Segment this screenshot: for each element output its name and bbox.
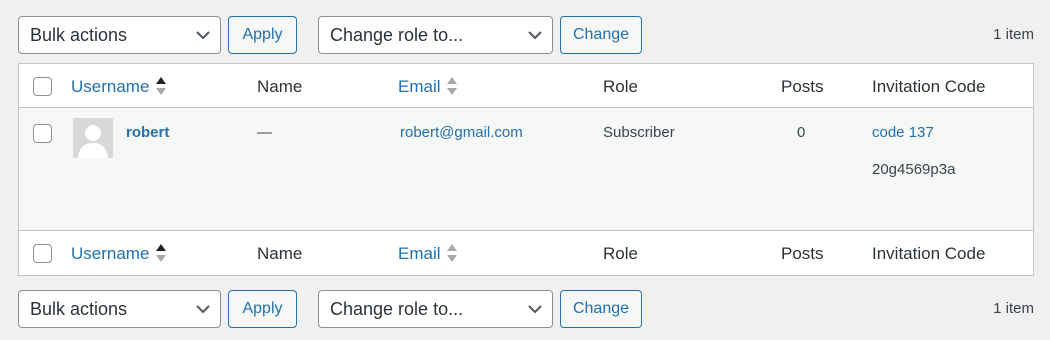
apply-button-bottom[interactable]: Apply [228, 290, 297, 328]
change-role-label: Change role to... [330, 299, 464, 319]
table-header: Username Name Email Role Posts Invitatio… [19, 64, 1033, 108]
column-username-footer[interactable]: Username [71, 244, 149, 264]
table-row: robert — robert@gmail.com Subscriber 0 c… [19, 108, 1033, 230]
change-role-select[interactable]: Change role to... [318, 16, 553, 54]
column-invitation-code: Invitation Code [872, 77, 986, 96]
sort-asc-icon[interactable] [155, 243, 167, 263]
role-value: Subscriber [603, 124, 675, 141]
tablenav-top: Bulk actions Apply Change role to... Cha… [18, 16, 1034, 54]
sort-icon[interactable] [446, 76, 458, 96]
chevron-down-icon [528, 305, 542, 314]
column-role: Role [603, 77, 638, 96]
table-footer: Username Name Email Role Posts Invitatio… [19, 230, 1033, 275]
column-posts: Posts [781, 77, 824, 96]
change-button[interactable]: Change [560, 16, 642, 54]
tablenav-bottom: Bulk actions Apply Change role to... Cha… [18, 290, 1034, 328]
users-table: Username Name Email Role Posts Invitatio… [18, 63, 1034, 276]
sort-asc-icon[interactable] [155, 76, 167, 96]
change-role-select-bottom[interactable]: Change role to... [318, 290, 553, 328]
select-all-checkbox-footer[interactable] [33, 244, 52, 263]
items-count-bottom: 1 item [993, 300, 1034, 317]
chevron-down-icon [528, 31, 542, 40]
invitation-code-link[interactable]: code 137 [872, 124, 934, 141]
user-avatar-icon [78, 125, 108, 158]
email-link[interactable]: robert@gmail.com [400, 124, 523, 141]
column-email-footer[interactable]: Email [398, 244, 441, 264]
bulk-actions-select-bottom[interactable]: Bulk actions [18, 290, 221, 328]
avatar [73, 118, 113, 158]
column-username[interactable]: Username [71, 77, 149, 97]
chevron-down-icon [196, 305, 210, 314]
column-invitation-code-footer: Invitation Code [872, 244, 986, 263]
posts-value: 0 [797, 124, 806, 141]
select-all-checkbox[interactable] [33, 77, 52, 96]
sort-icon[interactable] [446, 243, 458, 263]
items-count: 1 item [993, 26, 1034, 43]
column-name-footer: Name [257, 244, 303, 263]
row-checkbox[interactable] [33, 124, 52, 143]
bulk-actions-select[interactable]: Bulk actions [18, 16, 221, 54]
change-button-bottom[interactable]: Change [560, 290, 642, 328]
column-posts-footer: Posts [781, 244, 824, 263]
invitation-code-value: 20g4569p3a [872, 161, 956, 178]
column-email[interactable]: Email [398, 77, 441, 97]
column-role-footer: Role [603, 244, 638, 263]
name-value: — [257, 124, 272, 141]
bulk-actions-label: Bulk actions [30, 299, 128, 319]
apply-button[interactable]: Apply [228, 16, 297, 54]
username-link[interactable]: robert [126, 124, 169, 141]
column-name: Name [257, 77, 303, 96]
chevron-down-icon [196, 31, 210, 40]
change-role-label: Change role to... [330, 25, 464, 45]
bulk-actions-label: Bulk actions [30, 25, 128, 45]
